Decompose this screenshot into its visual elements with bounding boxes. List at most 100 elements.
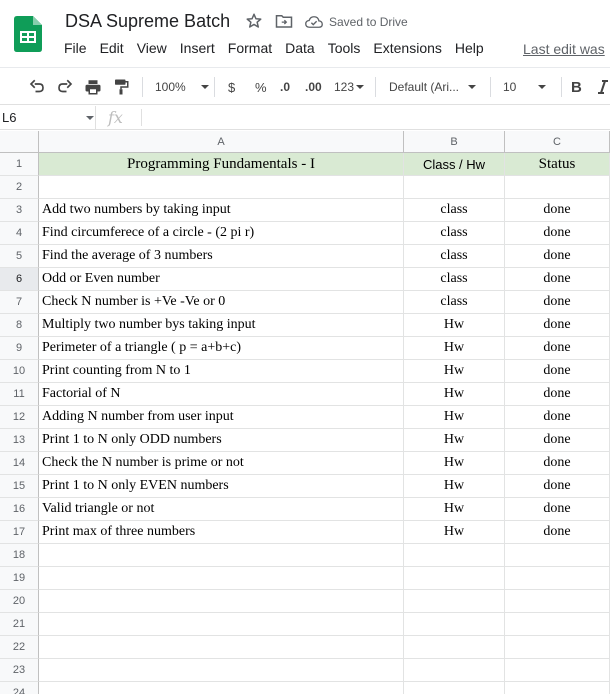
cell-c[interactable]: done xyxy=(505,199,610,222)
cell-c[interactable]: done xyxy=(505,498,610,521)
menu-data[interactable]: Data xyxy=(285,40,315,60)
cell-a[interactable]: Programming Fundamentals - I xyxy=(39,153,404,176)
cell-b[interactable]: Hw xyxy=(404,314,505,337)
cell-b[interactable] xyxy=(404,682,505,694)
row-header[interactable]: 17 xyxy=(0,521,39,544)
row-header[interactable]: 8 xyxy=(0,314,39,337)
column-header-b[interactable]: B xyxy=(404,131,505,153)
row-header[interactable]: 20 xyxy=(0,590,39,613)
font-select[interactable]: Default (Ari... xyxy=(389,68,477,106)
cell-c[interactable]: done xyxy=(505,429,610,452)
cell-c[interactable] xyxy=(505,590,610,613)
row-header[interactable]: 21 xyxy=(0,613,39,636)
cell-a[interactable]: Perimeter of a triangle ( p = a+b+c) xyxy=(39,337,404,360)
row-header[interactable]: 14 xyxy=(0,452,39,475)
print-button[interactable] xyxy=(84,68,102,106)
menu-view[interactable]: View xyxy=(137,40,167,60)
cell-c[interactable]: done xyxy=(505,360,610,383)
cell-a[interactable]: Print 1 to N only EVEN numbers xyxy=(39,475,404,498)
cell-b[interactable]: Hw xyxy=(404,337,505,360)
menu-edit[interactable]: Edit xyxy=(100,40,124,60)
menu-file[interactable]: File xyxy=(64,40,87,60)
cell-b[interactable]: Hw xyxy=(404,475,505,498)
cell-a[interactable]: Print counting from N to 1 xyxy=(39,360,404,383)
cell-c[interactable] xyxy=(505,544,610,567)
cell-b[interactable] xyxy=(404,636,505,659)
cell-a[interactable]: Valid triangle or not xyxy=(39,498,404,521)
cell-c[interactable]: done xyxy=(505,475,610,498)
cell-a[interactable] xyxy=(39,176,404,199)
column-header-c[interactable]: C xyxy=(505,131,610,153)
cell-a[interactable] xyxy=(39,636,404,659)
cell-a[interactable]: Odd or Even number xyxy=(39,268,404,291)
cell-a[interactable]: Factorial of N xyxy=(39,383,404,406)
document-title[interactable]: DSA Supreme Batch xyxy=(65,11,230,32)
cell-a[interactable] xyxy=(39,682,404,694)
cell-b[interactable]: class xyxy=(404,268,505,291)
column-header-a[interactable]: A xyxy=(39,131,404,153)
menu-extensions[interactable]: Extensions xyxy=(373,40,441,60)
cell-a[interactable] xyxy=(39,613,404,636)
italic-button[interactable] xyxy=(596,68,608,106)
row-header[interactable]: 5 xyxy=(0,245,39,268)
cell-c[interactable]: done xyxy=(505,268,610,291)
row-header[interactable]: 19 xyxy=(0,567,39,590)
row-header[interactable]: 10 xyxy=(0,360,39,383)
zoom-select[interactable]: 100% xyxy=(155,68,209,106)
cell-a[interactable]: Find the average of 3 numbers xyxy=(39,245,404,268)
cell-a[interactable]: Print max of three numbers xyxy=(39,521,404,544)
formula-input[interactable] xyxy=(148,106,608,129)
cell-b[interactable]: Hw xyxy=(404,429,505,452)
cell-a[interactable] xyxy=(39,659,404,682)
cell-b[interactable]: Hw xyxy=(404,383,505,406)
bold-button[interactable]: B xyxy=(571,68,582,106)
cell-c[interactable] xyxy=(505,613,610,636)
cell-c[interactable]: Status xyxy=(505,153,610,176)
cell-a[interactable]: Multiply two number bys taking input xyxy=(39,314,404,337)
cell-b[interactable]: Hw xyxy=(404,521,505,544)
row-header[interactable]: 3 xyxy=(0,199,39,222)
row-header[interactable]: 24 xyxy=(0,682,39,694)
cell-a[interactable]: Check the N number is prime or not xyxy=(39,452,404,475)
cell-c[interactable]: done xyxy=(505,222,610,245)
menu-format[interactable]: Format xyxy=(228,40,272,60)
cell-b[interactable] xyxy=(404,544,505,567)
increase-decimal-button[interactable]: .00 xyxy=(305,68,322,106)
menu-tools[interactable]: Tools xyxy=(328,40,361,60)
menu-help[interactable]: Help xyxy=(455,40,484,60)
font-size-select[interactable]: 10 xyxy=(503,68,547,106)
percent-format-button[interactable]: % xyxy=(255,68,267,106)
undo-button[interactable] xyxy=(28,68,46,106)
cell-c[interactable] xyxy=(505,636,610,659)
cell-c[interactable]: done xyxy=(505,383,610,406)
cell-c[interactable] xyxy=(505,659,610,682)
row-header[interactable]: 13 xyxy=(0,429,39,452)
cell-b[interactable]: Hw xyxy=(404,360,505,383)
cell-b[interactable] xyxy=(404,659,505,682)
select-all-corner[interactable] xyxy=(0,131,39,153)
cell-b[interactable] xyxy=(404,567,505,590)
redo-button[interactable] xyxy=(56,68,74,106)
cell-c[interactable]: done xyxy=(505,337,610,360)
more-formats-button[interactable]: 123 xyxy=(334,68,365,106)
cell-b[interactable] xyxy=(404,590,505,613)
last-edit-link[interactable]: Last edit was xyxy=(523,41,605,57)
cell-c[interactable] xyxy=(505,682,610,694)
cell-a[interactable] xyxy=(39,590,404,613)
cell-a[interactable]: Print 1 to N only ODD numbers xyxy=(39,429,404,452)
cloud-saved-icon[interactable] xyxy=(305,14,323,30)
cell-c[interactable]: done xyxy=(505,452,610,475)
row-header[interactable]: 11 xyxy=(0,383,39,406)
row-header[interactable]: 15 xyxy=(0,475,39,498)
currency-format-button[interactable]: $ xyxy=(228,68,235,106)
row-header[interactable]: 7 xyxy=(0,291,39,314)
cell-c[interactable]: done xyxy=(505,521,610,544)
cell-a[interactable] xyxy=(39,544,404,567)
cell-b[interactable]: class xyxy=(404,245,505,268)
row-header[interactable]: 23 xyxy=(0,659,39,682)
cell-b[interactable]: Hw xyxy=(404,498,505,521)
menu-insert[interactable]: Insert xyxy=(180,40,215,60)
cell-b[interactable]: Hw xyxy=(404,452,505,475)
cell-b[interactable]: class xyxy=(404,199,505,222)
cell-b[interactable]: Class / Hw xyxy=(404,153,505,176)
